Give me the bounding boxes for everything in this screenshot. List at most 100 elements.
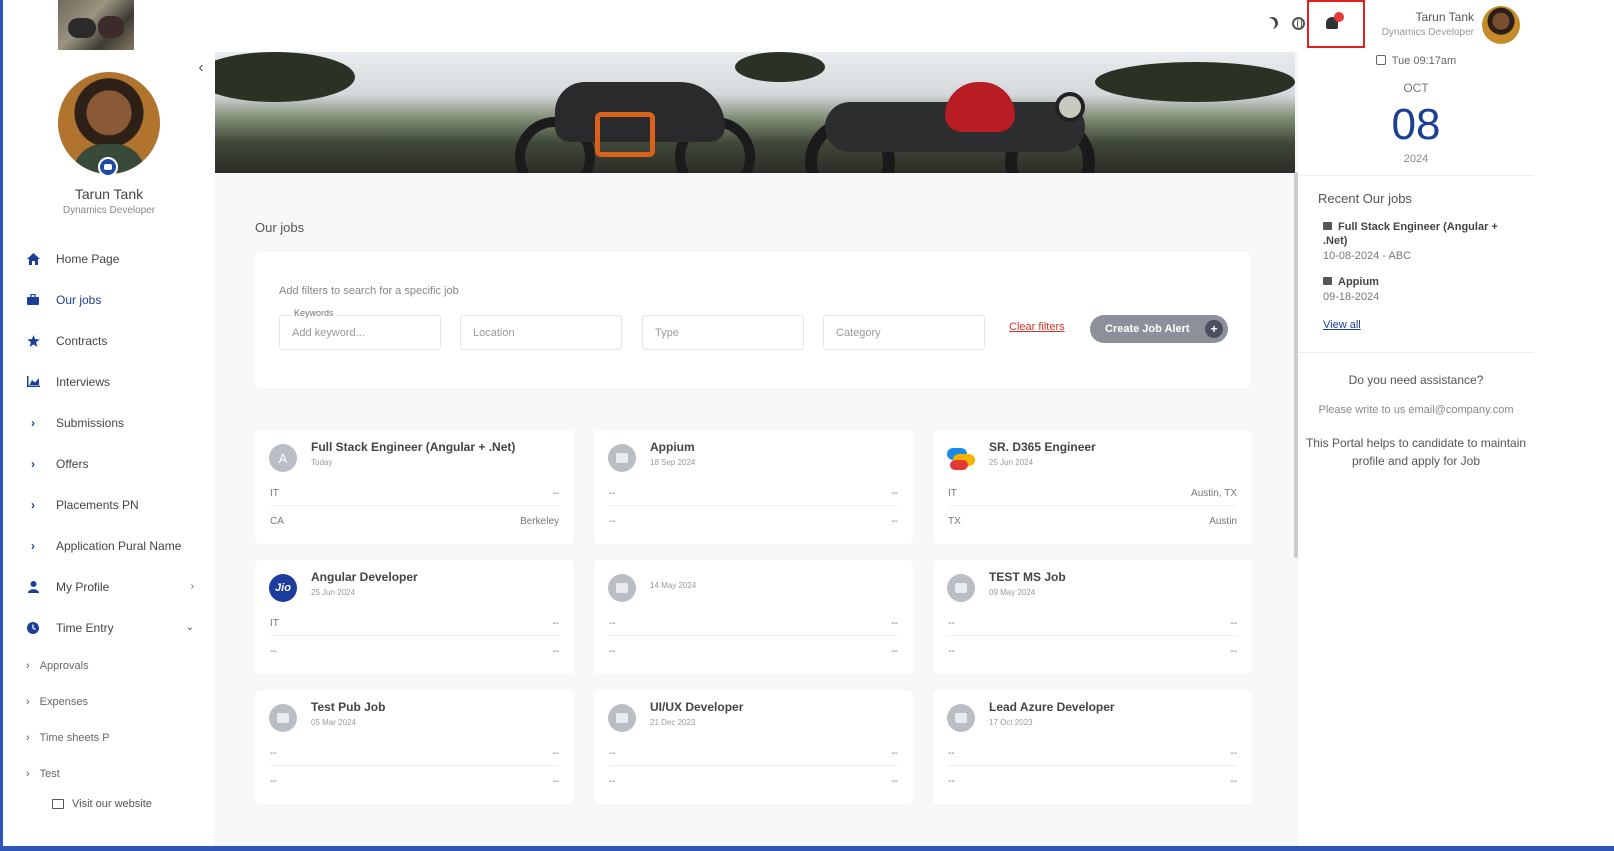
banner-tree: [215, 52, 355, 102]
motorcycle-orange: [515, 62, 755, 173]
job-card[interactable]: A Full Stack Engineer (Angular + .Net) T…: [255, 430, 574, 544]
job-card[interactable]: Jio Angular Developer 25 Jun 2024 IT -- -…: [255, 560, 574, 674]
header-avatar[interactable]: [1482, 6, 1520, 44]
job-field: --: [948, 776, 955, 787]
chevron-right-icon: ›: [190, 581, 194, 592]
sidebar-item-our-jobs[interactable]: Our jobs: [0, 279, 212, 320]
company-logo: Jio: [269, 574, 297, 602]
job-title: Appium: [650, 440, 695, 454]
job-field: --: [609, 748, 616, 759]
keyword-input[interactable]: Add keyword...: [279, 315, 441, 350]
job-card[interactable]: UI/UX Developer 21 Dec 2023 -- -- -- --: [594, 690, 913, 804]
divider: [948, 505, 1237, 506]
job-card[interactable]: TEST MS Job 09 May 2024 -- -- -- --: [933, 560, 1252, 674]
job-card[interactable]: SR. D365 Engineer 25 Jun 2024 IT Austin, …: [933, 430, 1252, 544]
header-user-name: Tarun Tank: [1415, 10, 1474, 24]
job-row: -- --: [270, 748, 559, 759]
job-row: -- --: [609, 646, 898, 657]
datetime-text: Tue 09:17am: [1391, 55, 1457, 67]
sidebar-item-time-entry[interactable]: Time Entry ⌄: [0, 607, 212, 648]
job-field: --: [891, 618, 898, 629]
job-field: --: [609, 488, 616, 499]
create-job-alert-button[interactable]: Create Job Alert +: [1090, 315, 1228, 343]
star-icon: [26, 334, 40, 348]
sidebar-subitem-approvals[interactable]: › Approvals: [0, 648, 212, 684]
sidebar-item-label: Placements PN: [56, 497, 139, 512]
sidebar-item-contracts[interactable]: Contracts: [0, 320, 212, 361]
job-card[interactable]: Lead Azure Developer 17 Oct 2023 -- -- --…: [933, 690, 1252, 804]
job-row: -- --: [948, 618, 1237, 629]
sidebar-subitem-label: Expenses: [39, 696, 88, 708]
job-row: IT --: [270, 618, 559, 629]
job-date: Today: [311, 458, 333, 467]
sidebar-nav: Home Page Our jobs Contracts Interviews …: [0, 238, 212, 792]
job-title: UI/UX Developer: [650, 700, 744, 714]
divider: [609, 765, 898, 766]
briefcase-icon: [608, 704, 636, 732]
job-card[interactable]: Appium 18 Sep 2024 -- -- -- --: [594, 430, 913, 544]
notifications-button[interactable]: [1307, 0, 1365, 48]
clear-filters-link[interactable]: Clear filters: [1009, 321, 1065, 333]
date-month: OCT: [1403, 81, 1429, 95]
sidebar-subitem-timesheets[interactable]: › Time sheets P: [0, 720, 212, 756]
category-select[interactable]: Category: [823, 315, 985, 350]
sidebar-item-submissions[interactable]: › Submissions: [0, 402, 212, 443]
type-select[interactable]: Type: [642, 315, 804, 350]
job-date: 17 Oct 2023: [989, 718, 1033, 727]
camera-icon[interactable]: [98, 157, 118, 177]
sidebar-item-label: Submissions: [56, 415, 125, 430]
banner-image: [215, 52, 1295, 173]
recent-job-item[interactable]: Appium 09-18-2024: [1323, 275, 1513, 303]
chevron-right-icon: ›: [26, 660, 30, 672]
sidebar-item-offers[interactable]: › Offers: [0, 443, 212, 484]
chevron-left-icon[interactable]: ‹: [193, 60, 209, 76]
job-date: 21 Dec 2023: [650, 718, 696, 727]
date-day: 08: [1391, 100, 1441, 149]
job-card[interactable]: Test Pub Job 05 Mar 2024 -- -- -- --: [255, 690, 574, 804]
view-all-link[interactable]: View all: [1323, 319, 1361, 331]
briefcase-icon: [269, 704, 297, 732]
sidebar-item-placements[interactable]: › Placements PN: [0, 484, 212, 525]
sidebar-subitem-test[interactable]: › Test: [0, 756, 212, 792]
current-datetime: Tue 09:17am: [1298, 55, 1534, 67]
job-field: --: [1230, 748, 1237, 759]
recent-job-item[interactable]: Full Stack Engineer (Angular + .Net) 10-…: [1323, 220, 1513, 262]
job-row: -- --: [948, 776, 1237, 787]
job-row: -- --: [948, 748, 1237, 759]
plus-icon: +: [1205, 320, 1223, 338]
job-row: -- --: [609, 776, 898, 787]
sidebar-item-application[interactable]: › Application Pural Name: [0, 525, 212, 566]
divider: [270, 505, 559, 506]
job-row: -- --: [609, 488, 898, 499]
sidebar-item-interviews[interactable]: Interviews: [0, 361, 212, 402]
sidebar-item-label: My Profile: [56, 579, 110, 594]
divider: [1298, 175, 1534, 176]
sidebar-item-my-profile[interactable]: My Profile ›: [0, 566, 212, 607]
visit-website-link[interactable]: Visit our website: [52, 798, 152, 810]
job-date: 18 Sep 2024: [650, 458, 696, 467]
chevron-right-icon: ›: [26, 768, 30, 780]
window-border: [0, 846, 1614, 851]
keywords-label: Keywords: [292, 308, 336, 318]
job-field: --: [891, 748, 898, 759]
sidebar-subitem-expenses[interactable]: › Expenses: [0, 684, 212, 720]
sidebar-user-role: Dynamics Developer: [62, 205, 156, 216]
job-row: -- --: [270, 776, 559, 787]
sidebar-item-label: Home Page: [56, 251, 120, 266]
job-title: Test Pub Job: [311, 700, 386, 714]
company-logo[interactable]: [58, 0, 134, 50]
user-icon: [26, 580, 40, 594]
assist-email: Please write to us email@company.com: [1318, 404, 1514, 416]
chevron-right-icon: ›: [31, 456, 35, 471]
globe-icon[interactable]: [1292, 16, 1305, 30]
location-input[interactable]: Location: [460, 315, 622, 350]
sidebar-item-home[interactable]: Home Page: [0, 238, 212, 279]
job-date: 14 May 2024: [650, 581, 697, 590]
job-card[interactable]: 14 May 2024 -- -- -- --: [594, 560, 913, 674]
sidebar-item-label: Application Pural Name: [56, 538, 182, 553]
moon-icon[interactable]: [1264, 15, 1279, 30]
job-row: IT Austin, TX: [948, 488, 1237, 499]
job-field: --: [609, 776, 616, 787]
briefcase-icon: [947, 574, 975, 602]
job-field: --: [891, 646, 898, 657]
